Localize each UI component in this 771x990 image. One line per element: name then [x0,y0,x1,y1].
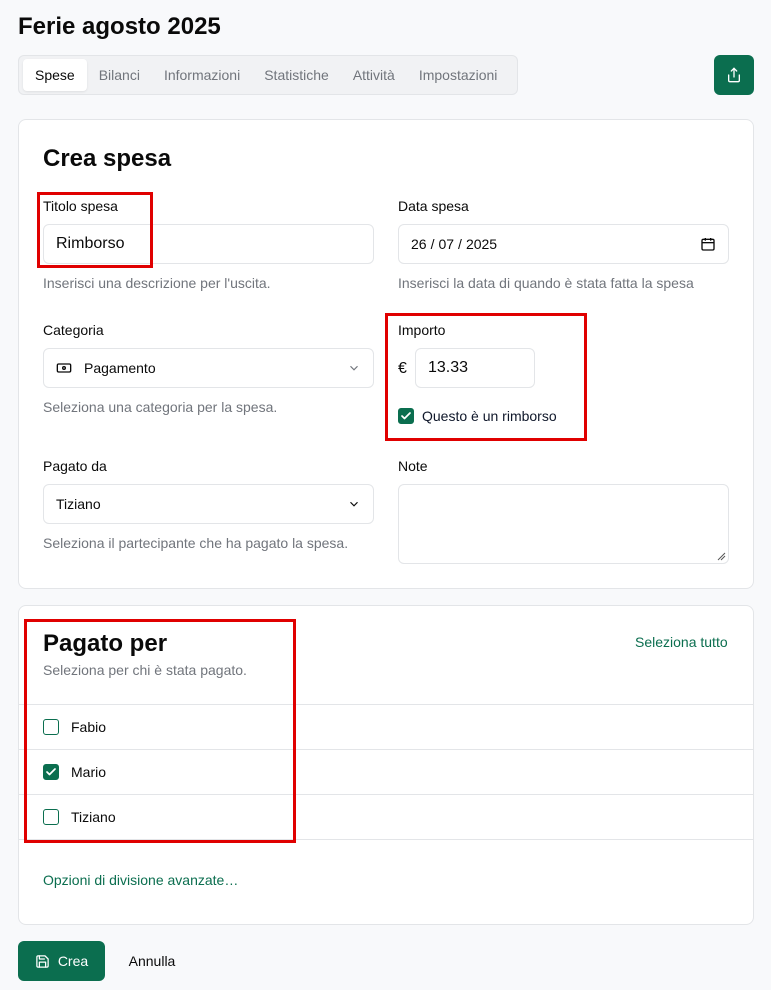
page-title: Ferie agosto 2025 [18,13,221,40]
category-label: Categoria [43,322,104,338]
chevron-down-icon [347,361,361,375]
cancel-button-label: Annulla [128,953,176,969]
tab-bilanci[interactable]: Bilanci [87,59,152,91]
save-icon [36,954,49,968]
date-day[interactable]: 26 [411,236,427,252]
expense-date-input[interactable]: 26 / 07 / 2025 [398,224,729,264]
category-select[interactable]: Pagamento [43,348,374,388]
create-button-label: Crea [57,953,89,969]
tab-bar: Spese Bilanci Informazioni Statistiche A… [18,55,518,95]
date-year[interactable]: 2025 [466,236,497,252]
advanced-split-link[interactable]: Opzioni di divisione avanzate… [43,872,238,888]
expense-date-help: Inserisci la data di quando è stata fatt… [398,275,694,291]
category-help: Seleziona una categoria per la spesa. [43,399,278,415]
share-icon [728,67,740,83]
resize-handle-icon[interactable] [716,551,726,561]
create-button[interactable]: Crea [18,941,105,981]
expense-date-label: Data spesa [398,198,469,214]
tab-attivita[interactable]: Attività [341,59,407,91]
category-value: Pagamento [84,360,156,376]
date-sep: / [458,236,462,252]
card-title: Crea spesa [43,145,172,172]
highlight-box-amount [385,313,587,441]
paid-by-label: Pagato da [43,458,107,474]
tab-impostazioni[interactable]: Impostazioni [407,59,510,91]
paid-by-value: Tiziano [56,496,101,512]
date-month[interactable]: 07 [438,236,454,252]
highlight-box-title [37,192,153,268]
tab-spese[interactable]: Spese [23,59,87,91]
select-all-link[interactable]: Seleziona tutto [635,634,728,650]
highlight-box-paid-for [24,619,296,843]
cancel-button[interactable]: Annulla [114,941,190,981]
chevron-down-icon [347,497,361,511]
expense-title-help: Inserisci una descrizione per l'uscita. [43,275,271,291]
share-button[interactable] [714,55,754,95]
notes-textarea[interactable] [398,484,729,564]
tab-statistiche[interactable]: Statistiche [252,59,341,91]
paid-by-select[interactable]: Tiziano [43,484,374,524]
paid-by-help: Seleziona il partecipante che ha pagato … [43,535,349,551]
date-sep: / [430,236,435,252]
calendar-icon[interactable] [700,236,716,252]
notes-label: Note [398,458,428,474]
banknote-icon [56,360,72,376]
tab-informazioni[interactable]: Informazioni [152,59,252,91]
